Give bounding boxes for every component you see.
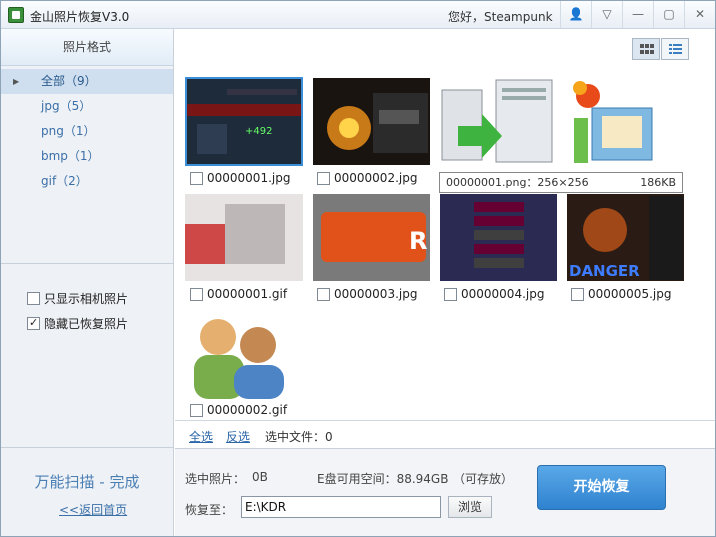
photo-thumbnail[interactable] (186, 311, 296, 399)
photo-thumbnail[interactable]: R (313, 194, 431, 283)
menu-icon[interactable]: ▽ (591, 1, 622, 28)
sidebar: 照片格式 ▶ 全部（9） jpg（5） png（1） bmp（1） gif（2） … (1, 29, 174, 536)
server-transfer-image (440, 78, 558, 165)
back-home-link[interactable]: <<返回首页 (59, 501, 127, 518)
file-item[interactable]: 00000001.jpg (190, 171, 290, 185)
danger-game-image: DANGER (567, 194, 684, 281)
category-bmp[interactable]: bmp（1） (1, 144, 173, 169)
checkbox-label: 隐藏已恢复照片 (44, 317, 129, 331)
photo-thumbnail[interactable]: +492 (185, 77, 303, 166)
select-all-link[interactable]: 全选 (189, 428, 213, 445)
storable-label: （可存放） (453, 472, 514, 486)
sidebar-header: 照片格式 (1, 29, 173, 66)
category-png[interactable]: png（1） (1, 119, 173, 144)
category-label: 全部（9） (41, 74, 97, 88)
invert-selection-link[interactable]: 反选 (226, 428, 250, 445)
photo-thumbnail[interactable] (440, 194, 558, 283)
selected-photos-value: 0B (252, 470, 268, 484)
file-checkbox[interactable] (444, 287, 457, 301)
app-logo-icon (8, 7, 24, 23)
file-item[interactable]: 00000003.jpg (317, 287, 417, 301)
selected-file-count: 选中文件：0 (265, 430, 333, 444)
file-item[interactable]: 00000001.gif (190, 287, 287, 301)
photo-thumbnail[interactable] (313, 78, 431, 167)
file-checkbox[interactable] (190, 403, 203, 417)
scan-status: 万能扫描 - 完成 (34, 473, 140, 491)
restore-path-input[interactable]: E:\KDR (241, 496, 441, 518)
maximize-icon[interactable]: ▢ (653, 1, 684, 28)
browse-button[interactable]: 浏览 (448, 496, 492, 518)
file-checkbox[interactable] (317, 287, 330, 301)
file-tooltip: 00000001.png：256×256 186KB (439, 172, 683, 193)
blurred-image (185, 194, 303, 281)
tooltip-name: 00000001.png：256×256 (446, 176, 589, 189)
file-name: 00000003.jpg (334, 287, 418, 301)
restore-to-label: 恢复至： (185, 503, 234, 517)
photo-thumbnail[interactable] (185, 194, 303, 283)
camera-only-checkbox[interactable]: 只显示相机照片 (27, 290, 128, 307)
category-all[interactable]: ▶ 全部（9） (1, 69, 173, 94)
file-name: 00000005.jpg (588, 287, 672, 301)
file-item[interactable]: 00000002.gif (190, 403, 287, 417)
file-name: 00000001.jpg (207, 171, 291, 185)
checkbox-label: 只显示相机照片 (44, 292, 129, 306)
svg-text:R: R (409, 227, 427, 255)
game-screenshot-image: +492 (187, 79, 301, 164)
game-menu-image (440, 194, 557, 281)
file-checkbox[interactable] (190, 287, 203, 301)
file-item[interactable]: 00000002.jpg (317, 171, 417, 185)
photo-thumbnail[interactable] (568, 78, 686, 167)
category-label: gif（2） (41, 174, 88, 188)
app-window: 金山照片恢复V3.0 您好，Steampunk 👤 ▽ — ▢ ✕ 照片格式 ▶… (0, 0, 716, 537)
divider (1, 447, 173, 448)
bottom-panel: 选中照片： 0B E盘可用空间：88.94GB （可存放） 恢复至： E:\KD… (175, 448, 715, 536)
file-checkbox[interactable] (190, 171, 203, 185)
file-checkbox[interactable] (317, 171, 330, 185)
file-name: 00000002.gif (207, 403, 288, 417)
expand-arrow-icon: ▶ (13, 77, 20, 86)
title-bar: 金山照片恢复V3.0 您好，Steampunk 👤 ▽ — ▢ ✕ (1, 1, 715, 29)
selected-photos-label: 选中照片： (185, 472, 246, 486)
file-checkbox[interactable] (571, 287, 584, 301)
category-label: bmp（1） (41, 149, 100, 163)
category-gif[interactable]: gif（2） (1, 169, 173, 194)
photo-thumbnail[interactable]: DANGER (567, 194, 685, 283)
minimize-icon[interactable]: — (622, 1, 653, 28)
disk-space-label: E盘可用空间：88.94GB (317, 472, 449, 486)
user-greeting: 您好，Steampunk (448, 10, 553, 24)
flower-photo-image (568, 78, 684, 165)
game-screenshot-image (313, 78, 430, 165)
category-label: jpg（5） (41, 99, 92, 113)
checkbox-box[interactable] (27, 292, 40, 305)
user-icon[interactable]: 👤 (560, 1, 591, 28)
file-item[interactable]: 00000004.jpg (444, 287, 544, 301)
selection-bar: 全选 反选 选中文件：0 (175, 420, 715, 448)
hide-recovered-checkbox[interactable]: 隐藏已恢复照片 (27, 315, 128, 332)
file-name: 00000001.gif (207, 287, 288, 301)
close-icon[interactable]: ✕ (684, 1, 715, 28)
photo-thumbnail[interactable] (440, 78, 558, 167)
grid-view-button[interactable] (632, 38, 660, 60)
category-jpg[interactable]: jpg（5） (1, 94, 173, 119)
tooltip-size: 186KB (640, 176, 676, 189)
svg-text:DANGER: DANGER (569, 262, 640, 280)
start-recovery-button[interactable]: 开始恢复 (537, 465, 666, 510)
grid-view-icon (640, 44, 654, 54)
file-name: 00000002.jpg (334, 171, 418, 185)
orange-banner-image: R (313, 194, 430, 281)
file-name: 00000004.jpg (461, 287, 545, 301)
svg-text:+492: +492 (245, 126, 272, 137)
divider (1, 263, 173, 264)
checkbox-box[interactable] (27, 316, 40, 330)
list-view-icon (669, 44, 682, 54)
list-view-button[interactable] (661, 38, 689, 60)
category-label: png（1） (41, 124, 96, 138)
app-title: 金山照片恢复V3.0 (30, 10, 130, 24)
users-icon-image (186, 311, 296, 399)
file-item[interactable]: 00000005.jpg (571, 287, 671, 301)
